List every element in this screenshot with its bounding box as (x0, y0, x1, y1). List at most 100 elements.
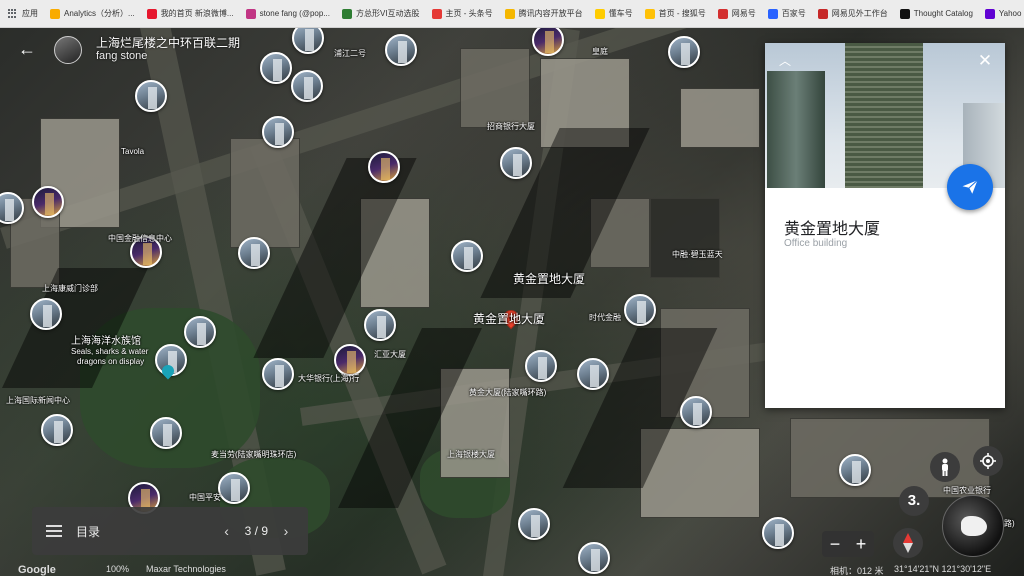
globe-view-button[interactable] (942, 495, 1004, 557)
bookmark-item[interactable]: 方总形VI互动选股 (341, 8, 420, 19)
pegman-button[interactable] (930, 452, 960, 482)
photo-marker[interactable] (525, 350, 557, 382)
photo-marker[interactable] (238, 237, 270, 269)
photo-marker[interactable] (262, 116, 294, 148)
map-label: 浦江二号 (334, 49, 366, 58)
pegman-icon (942, 458, 948, 476)
share-button[interactable] (947, 164, 993, 210)
photo-marker[interactable] (762, 517, 794, 549)
bookmark-item[interactable]: 腾讯内容开放平台 (504, 8, 583, 19)
photo-marker[interactable] (32, 186, 64, 218)
bookmarks-bar: 应用 Analytics（分析）... 我的首页 新浪微博... stone fang… (0, 0, 1024, 28)
photo-marker[interactable] (385, 34, 417, 66)
bookmark-item[interactable]: 网易号 (717, 8, 756, 19)
send-icon (962, 179, 978, 194)
map-label: 上海康威门诊部 (42, 284, 98, 293)
zoom-in-button[interactable]: + (856, 534, 867, 555)
map-label: 招商银行大厦 (487, 122, 535, 131)
photo-marker[interactable] (260, 52, 292, 84)
map-label: dragons on display (77, 357, 145, 366)
list-icon[interactable] (46, 525, 62, 537)
page-current: 3 (244, 524, 252, 538)
place-category: Office building (784, 238, 848, 249)
bookmark-item[interactable]: 百家号 (767, 8, 806, 19)
my-location-button[interactable] (973, 446, 1003, 476)
map-label: 路) (1004, 519, 1015, 528)
yahoo-icon (984, 8, 995, 19)
toutiao-icon (431, 8, 442, 19)
photo-marker[interactable] (218, 472, 250, 504)
map-label: 中国平安 (189, 493, 221, 502)
zoom-out-button[interactable]: − (830, 534, 841, 555)
bookmark-label: 主页 - 头条号 (445, 9, 493, 18)
bookmark-label: 懂车号 (608, 9, 633, 18)
bookmark-label: Yahoo News - Lat... (998, 9, 1024, 18)
photo-marker[interactable] (41, 414, 73, 446)
bookmark-label: 腾讯内容开放平台 (518, 9, 583, 18)
map-label: 黄金置地大厦 (473, 312, 546, 326)
bookmark-item[interactable]: 应用 (8, 8, 38, 19)
tour-navigation-bar: 目录 ‹ 3 / 9 › (32, 507, 308, 555)
photo-marker[interactable] (368, 151, 400, 183)
photo-marker[interactable] (30, 298, 62, 330)
photo-marker[interactable] (680, 396, 712, 428)
google-logo: Google (18, 564, 56, 576)
place-title: 黄金置地大厦 (784, 221, 881, 238)
bookmark-item[interactable]: 我的首页 新浪微博... (146, 8, 234, 19)
map-label: 时代金融 (589, 313, 621, 322)
bookmark-label: 首页 - 搜狐号 (658, 9, 706, 18)
bookmark-item[interactable]: Yahoo News - Lat... (984, 8, 1024, 19)
bookmark-label: 百家号 (781, 9, 806, 18)
photo-marker[interactable] (624, 294, 656, 326)
tour-author: fang stone (96, 50, 148, 62)
bookmark-item[interactable]: 主页 - 头条号 (431, 8, 493, 19)
photo-marker[interactable] (262, 358, 294, 390)
next-slide-button[interactable]: › (278, 523, 294, 539)
bookmark-item[interactable]: Thought Catalog (899, 8, 973, 19)
3d-toggle-button[interactable]: 3. (899, 486, 929, 516)
photo-marker[interactable] (334, 344, 366, 376)
back-arrow-icon[interactable]: ← (18, 40, 40, 60)
photo-marker[interactable] (184, 316, 216, 348)
page-separator: / (254, 524, 258, 538)
toc-label[interactable]: 目录 (76, 523, 219, 540)
bookmark-item[interactable]: Analytics（分析）... (50, 8, 135, 19)
zoom-controls: − + (822, 531, 874, 557)
map-label: 上海银楼大厦 (447, 450, 495, 459)
photo-marker[interactable] (839, 454, 871, 486)
author-avatar (54, 36, 82, 64)
photo-marker[interactable] (518, 508, 550, 540)
tour-title: 上海烂尾楼之中环百联二期 (96, 36, 241, 50)
map-label: 中国农业银行 (943, 486, 991, 495)
bookmark-item[interactable]: 懂车号 (594, 8, 633, 19)
camera-altitude: 相机：012 米 (830, 566, 884, 576)
imagery-provider: Maxar Technologies (146, 564, 226, 574)
close-icon[interactable]: ✕ (975, 51, 995, 71)
photo-marker[interactable] (364, 309, 396, 341)
bookmark-item[interactable]: 首页 - 搜狐号 (644, 8, 706, 19)
page-total: 9 (261, 524, 268, 538)
prev-slide-button[interactable]: ‹ (219, 523, 235, 539)
bookmark-item[interactable]: 网易见外工作台 (817, 8, 888, 19)
photo-marker[interactable] (292, 28, 324, 54)
photo-marker[interactable] (135, 80, 167, 112)
bookmark-item[interactable]: stone fang (@pop... (245, 8, 330, 19)
photo-marker[interactable] (451, 240, 483, 272)
compass-button[interactable] (893, 528, 923, 558)
chevron-up-icon[interactable]: ︿ (775, 51, 795, 71)
zoom-readout: 100% (106, 564, 130, 574)
status-bar: Google 100% Maxar Technologies 相机：012 米 … (0, 564, 1024, 576)
photo-marker[interactable] (500, 147, 532, 179)
bookmark-label: 方总形VI互动选股 (355, 9, 420, 18)
photo-marker[interactable] (668, 36, 700, 68)
bookmark-label: Thought Catalog (913, 9, 973, 18)
bookmark-label: 网易见外工作台 (831, 9, 888, 18)
map-label: 黄金大厦(陆家嘴环路) (469, 388, 547, 397)
sohu-icon (644, 8, 655, 19)
photo-marker[interactable] (150, 417, 182, 449)
photo-marker[interactable] (577, 358, 609, 390)
pager: ‹ 3 / 9 › (219, 523, 294, 539)
instagram-icon (245, 8, 256, 19)
apps-grid-icon (8, 8, 18, 19)
photo-marker[interactable] (291, 70, 323, 102)
